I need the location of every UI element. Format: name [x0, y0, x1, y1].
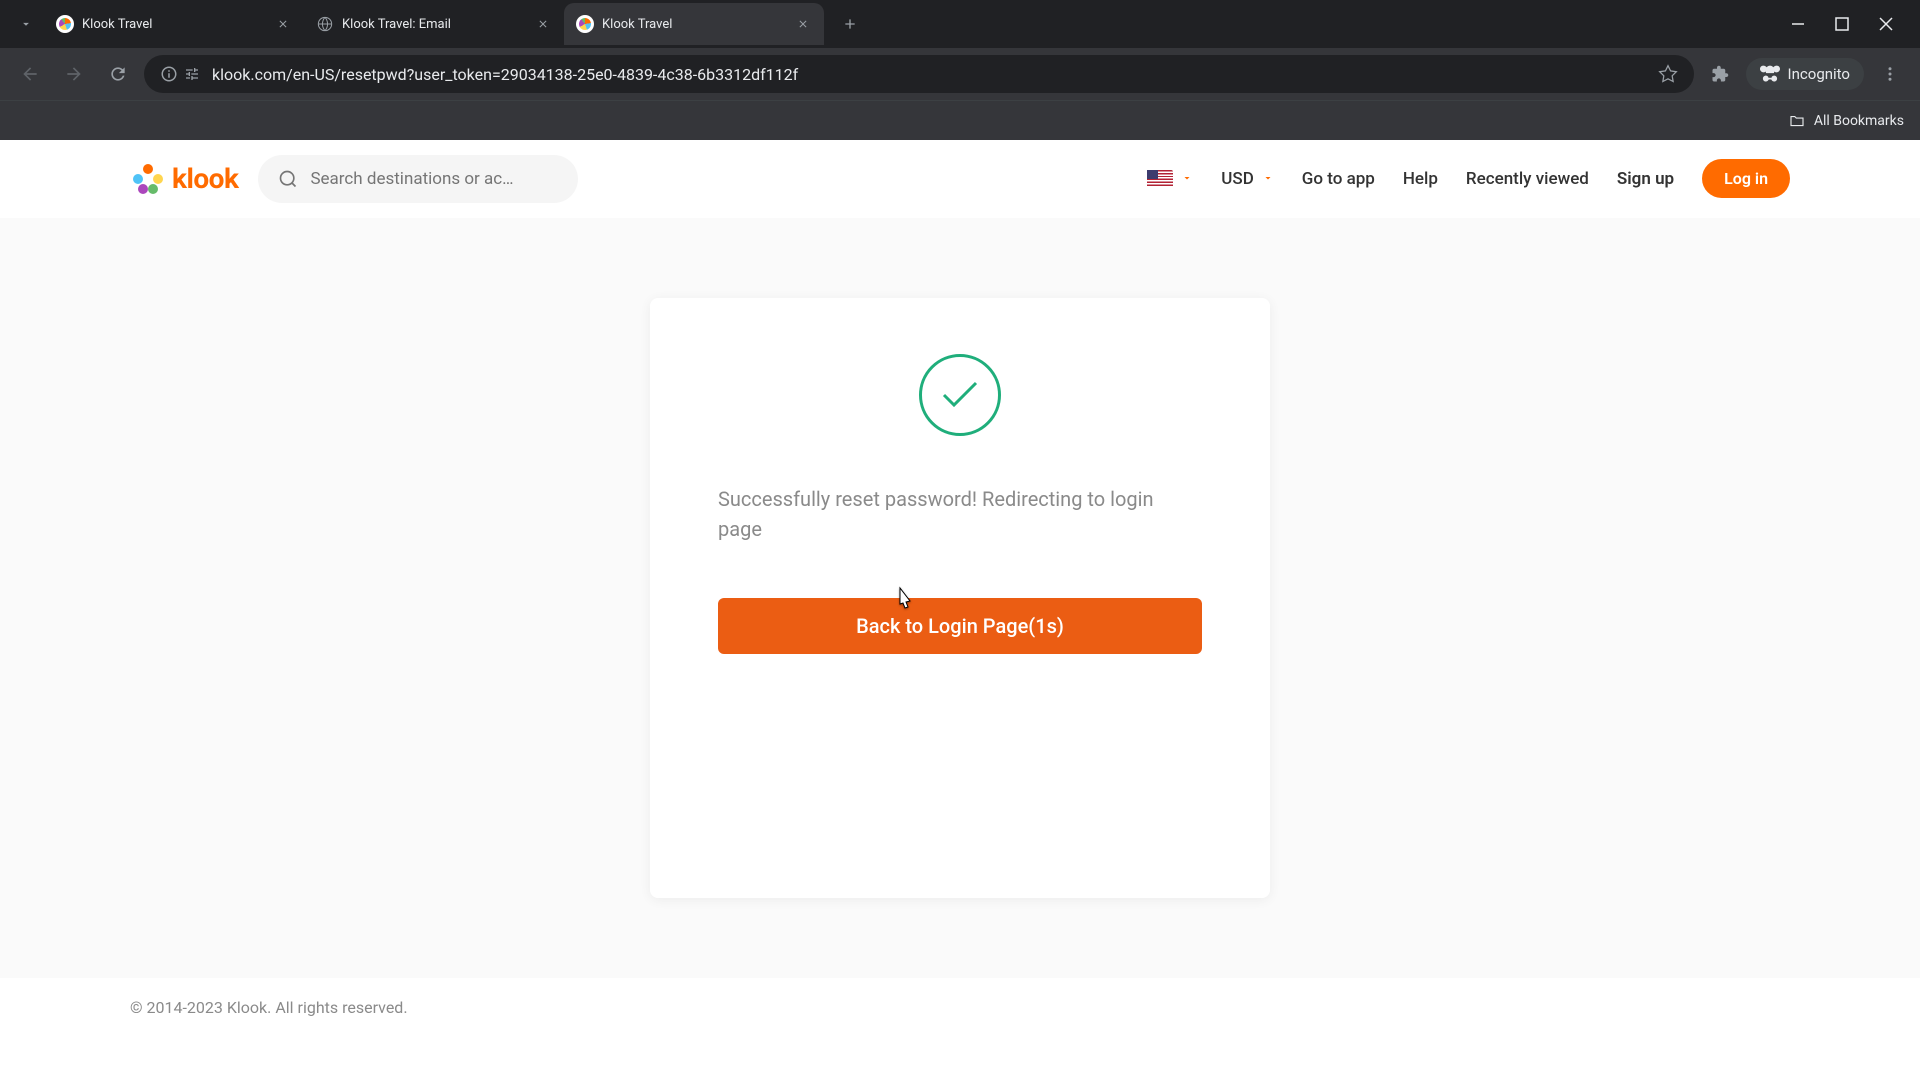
klook-logo[interactable]: klook — [130, 161, 238, 197]
tab-close-button[interactable] — [794, 15, 812, 33]
minimize-button[interactable] — [1788, 14, 1808, 34]
back-to-login-button[interactable]: Back to Login Page(1s) — [718, 598, 1202, 654]
bookmark-star-button[interactable] — [1658, 64, 1678, 84]
close-window-button[interactable] — [1876, 14, 1896, 34]
tune-icon — [184, 66, 200, 82]
currency-label: USD — [1221, 169, 1254, 189]
footer: © 2014-2023 Klook. All rights reserved. — [0, 978, 1920, 1037]
url-text: klook.com/en-US/resetpwd?user_token=2903… — [212, 65, 1646, 84]
browser-chrome: Klook Travel Klook Travel: Email Klook T… — [0, 0, 1920, 140]
tab-close-button[interactable] — [274, 15, 292, 33]
tab-1[interactable]: Klook Travel: Email — [304, 3, 564, 45]
forward-button[interactable] — [56, 56, 92, 92]
klook-favicon-icon — [56, 15, 74, 33]
incognito-icon — [1760, 64, 1780, 84]
search-input[interactable]: Search destinations or ac… — [258, 155, 578, 203]
all-bookmarks-button[interactable]: All Bookmarks — [1788, 112, 1904, 130]
tab-2-active[interactable]: Klook Travel — [564, 3, 824, 45]
logo-text: klook — [172, 162, 238, 195]
globe-icon — [316, 15, 334, 33]
tab-close-button[interactable] — [534, 15, 552, 33]
back-button[interactable] — [12, 56, 48, 92]
tab-title: Klook Travel — [82, 17, 266, 32]
us-flag-icon — [1147, 170, 1173, 188]
main-content: Successfully reset password! Redirecting… — [0, 218, 1920, 978]
language-selector[interactable] — [1147, 169, 1193, 188]
incognito-badge[interactable]: Incognito — [1746, 58, 1864, 90]
maximize-button[interactable] — [1832, 14, 1852, 34]
search-placeholder: Search destinations or ac… — [310, 169, 513, 189]
folder-icon — [1788, 112, 1806, 130]
success-message: Successfully reset password! Redirecting… — [718, 484, 1202, 544]
new-tab-button[interactable] — [832, 6, 868, 42]
klook-favicon-icon — [576, 15, 594, 33]
all-bookmarks-label: All Bookmarks — [1814, 113, 1904, 129]
tab-bar: Klook Travel Klook Travel: Email Klook T… — [0, 0, 1920, 48]
success-checkmark-icon — [919, 354, 1001, 436]
extensions-button[interactable] — [1702, 56, 1738, 92]
bookmarks-bar: All Bookmarks — [0, 100, 1920, 140]
incognito-label: Incognito — [1788, 65, 1850, 83]
log-in-button[interactable]: Log in — [1702, 159, 1790, 198]
tab-0[interactable]: Klook Travel — [44, 3, 304, 45]
reload-button[interactable] — [100, 56, 136, 92]
go-to-app-link[interactable]: Go to app — [1302, 169, 1375, 189]
tab-title: Klook Travel: Email — [342, 17, 526, 32]
tabs-dropdown-button[interactable] — [8, 6, 44, 42]
copyright-text: © 2014-2023 Klook. All rights reserved. — [130, 998, 408, 1017]
success-card: Successfully reset password! Redirecting… — [650, 298, 1270, 898]
klook-logo-mark-icon — [130, 161, 166, 197]
currency-selector[interactable]: USD — [1221, 169, 1274, 189]
recently-viewed-link[interactable]: Recently viewed — [1466, 169, 1589, 189]
chevron-down-icon — [1262, 169, 1274, 189]
search-icon — [278, 169, 298, 189]
window-controls — [1788, 14, 1912, 34]
page-content: klook Search destinations or ac… USD Go … — [0, 140, 1920, 1080]
address-bar[interactable]: klook.com/en-US/resetpwd?user_token=2903… — [144, 55, 1694, 93]
header-right: USD Go to app Help Recently viewed Sign … — [1147, 159, 1790, 198]
help-link[interactable]: Help — [1403, 169, 1438, 189]
chevron-down-icon — [1181, 169, 1193, 188]
site-header: klook Search destinations or ac… USD Go … — [0, 140, 1920, 218]
sign-up-link[interactable]: Sign up — [1617, 169, 1674, 189]
browser-menu-button[interactable] — [1872, 56, 1908, 92]
site-info-button[interactable] — [160, 65, 200, 83]
tab-title: Klook Travel — [602, 17, 786, 32]
url-bar: klook.com/en-US/resetpwd?user_token=2903… — [0, 48, 1920, 100]
